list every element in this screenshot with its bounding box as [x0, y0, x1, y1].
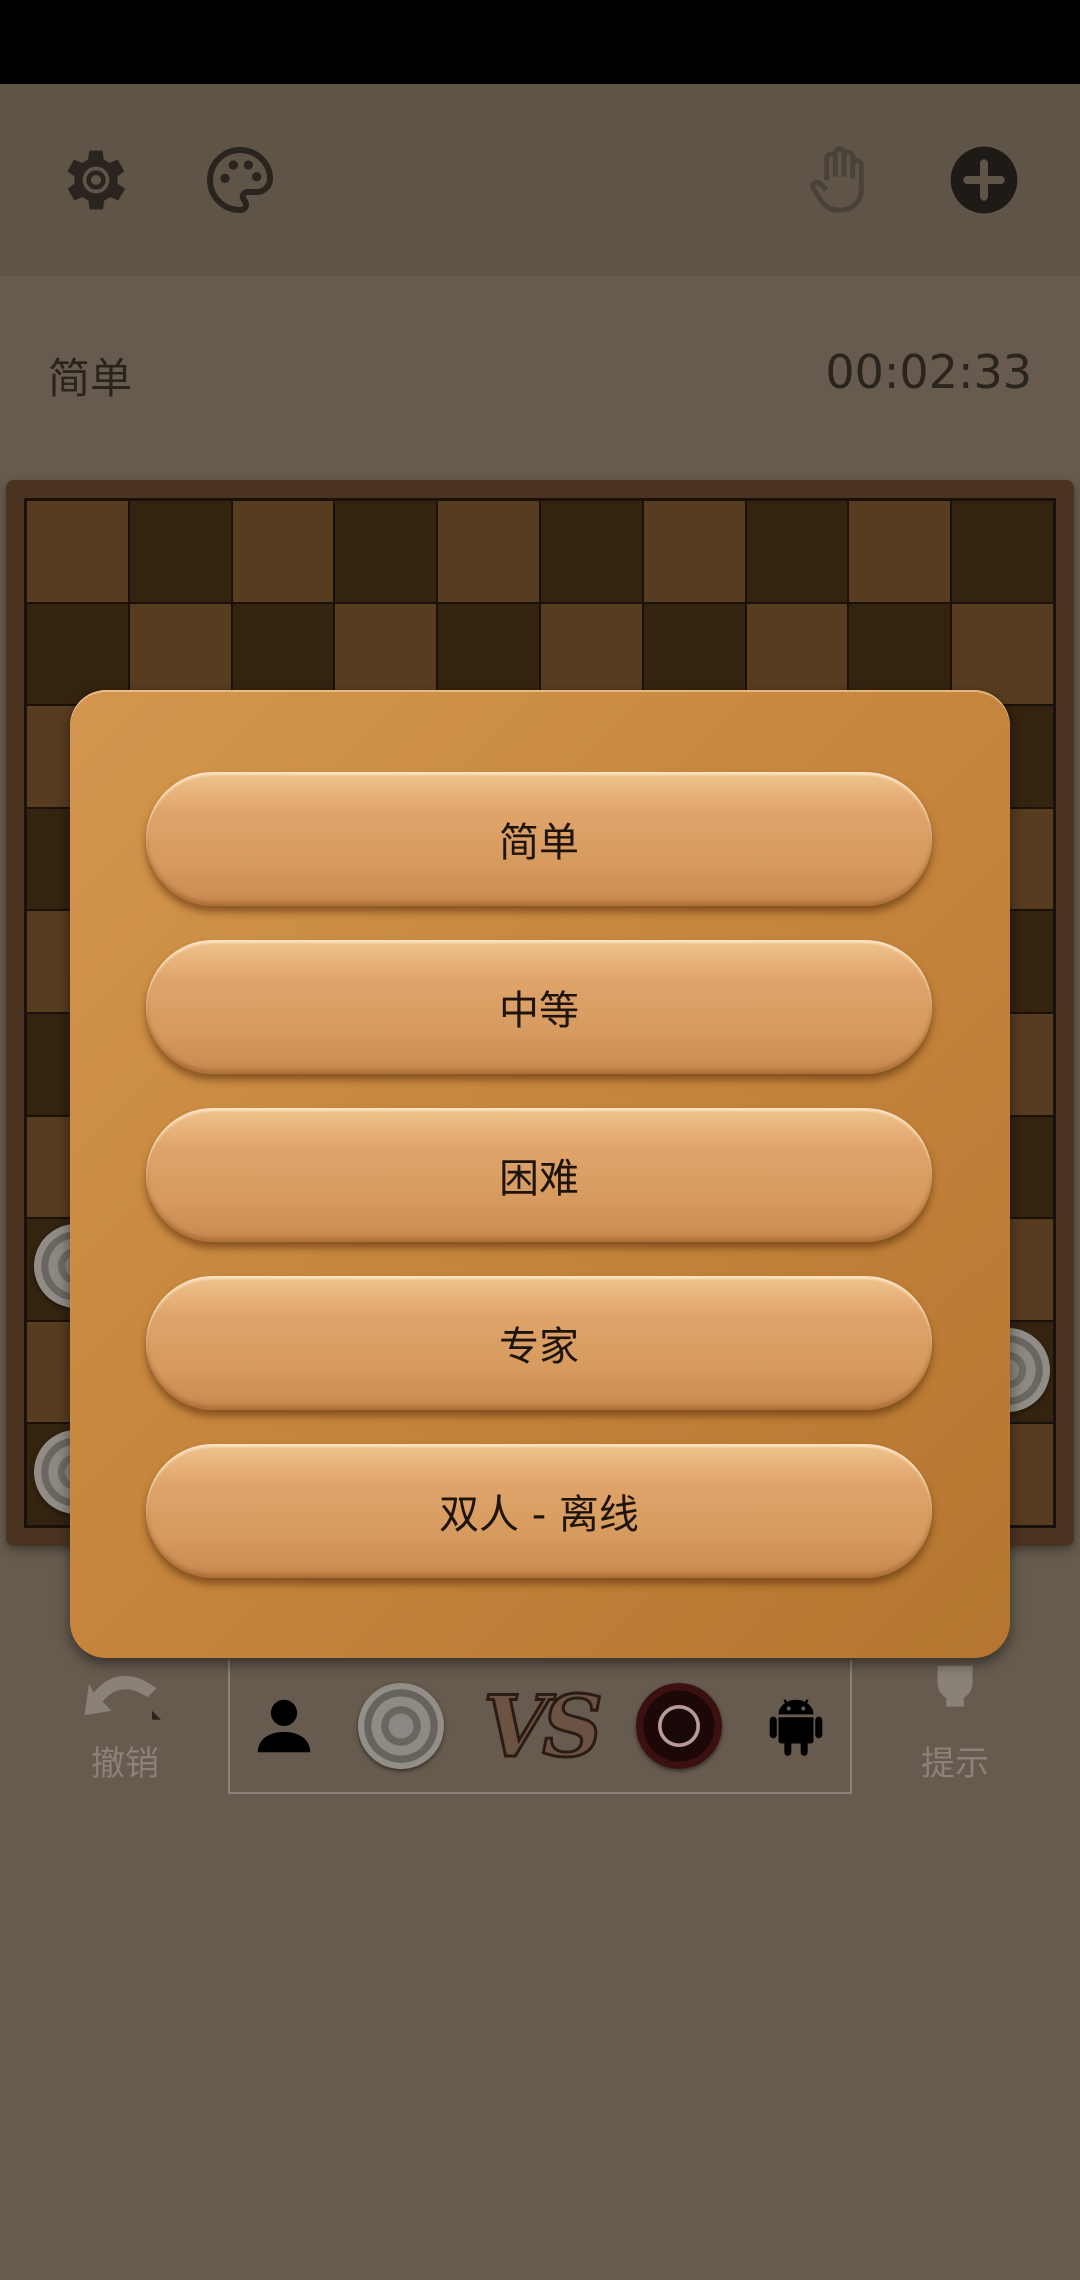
android-icon [769, 1699, 822, 1756]
board-square[interactable] [951, 500, 1054, 603]
difficulty-dialog: 简单 中等 困难 专家 双人 - 离线 [70, 690, 1010, 1658]
draw-offer-button[interactable] [780, 120, 900, 240]
difficulty-hard-button[interactable]: 困难 [146, 1108, 932, 1242]
board-square[interactable] [334, 500, 438, 603]
gear-icon [67, 150, 125, 210]
difficulty-easy-button[interactable]: 简单 [146, 772, 932, 906]
undo-icon [84, 1675, 161, 1720]
theme-button[interactable] [180, 120, 300, 240]
player-light-piece [358, 1683, 445, 1769]
game-timer: 00:02:33 [825, 345, 1032, 399]
bottom-bar: 撤销 VS 提示 [0, 1640, 1080, 1800]
hint-button[interactable]: 提示 [890, 1660, 1020, 1785]
board-square[interactable] [745, 500, 849, 603]
settings-button[interactable] [36, 120, 156, 240]
board-square[interactable] [540, 500, 643, 603]
hint-label: 提示 [921, 1744, 989, 1784]
versus-panel: VS [228, 1660, 852, 1794]
plus-circle-icon [950, 146, 1018, 214]
board-square[interactable] [437, 500, 540, 603]
undo-button[interactable]: 撤销 [60, 1660, 190, 1785]
board-square[interactable] [231, 500, 335, 603]
undo-label: 撤销 [91, 1744, 159, 1784]
two-player-offline-button[interactable]: 双人 - 离线 [146, 1444, 932, 1578]
board-square[interactable] [128, 500, 232, 603]
difficulty-medium-button[interactable]: 中等 [146, 940, 932, 1074]
new-game-button[interactable] [924, 120, 1044, 240]
status-bar [0, 0, 1080, 84]
lightbulb-icon [937, 1665, 973, 1707]
vs-text: VS [482, 1675, 605, 1777]
board-square[interactable] [26, 500, 129, 603]
top-toolbar [0, 84, 1080, 276]
palette-icon [207, 146, 274, 214]
computer-dark-piece [635, 1683, 722, 1769]
board-square[interactable] [848, 500, 952, 603]
board-square[interactable] [642, 500, 746, 603]
hand-icon [810, 146, 864, 213]
difficulty-expert-button[interactable]: 专家 [146, 1276, 932, 1410]
person-icon [258, 1699, 311, 1753]
difficulty-label: 简单 [48, 354, 133, 403]
